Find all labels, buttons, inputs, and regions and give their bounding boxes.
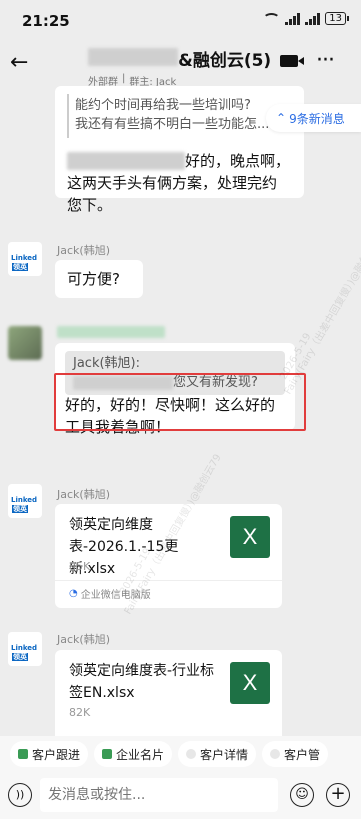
excel-file-icon: X [230, 662, 270, 704]
more-options-icon[interactable]: ··· [316, 48, 335, 73]
linkedin-logo: Linked领英 [11, 254, 38, 271]
sender-name: Jack(韩旭) [57, 244, 110, 257]
double-chevron-up-icon: ⌃ [276, 111, 287, 125]
redacted-title-part [88, 48, 178, 66]
emoji-icon[interactable]: ☺ [290, 783, 314, 807]
voice-input-icon[interactable]: )) [8, 783, 32, 807]
battery-icon: 13 [325, 12, 349, 25]
signal-icon [285, 12, 301, 25]
battery-level: 13 [325, 12, 346, 25]
avatar[interactable]: Linked领英 [8, 484, 42, 518]
message-bubble-2[interactable]: 可方便? [55, 260, 143, 298]
avatar[interactable]: Linked领英 [8, 242, 42, 276]
group-title-text: &融创云(5) [178, 51, 272, 71]
card-icon [102, 749, 113, 759]
chat-header: ← &融创云(5) 外部群 | 群主: Jack ··· [0, 42, 361, 88]
wecom-logo-icon: ◔ [69, 588, 78, 599]
new-messages-label: 9条新消息 [289, 111, 345, 126]
quick-action-customer-details[interactable]: 客户详情 [178, 741, 257, 767]
avatar-blurred[interactable] [8, 326, 42, 360]
quoted-message[interactable]: 能约个时间再给我一些培训吗? 我还有有些搞不明白一些功能怎... [67, 94, 292, 138]
avatar[interactable]: Linked领英 [8, 632, 42, 666]
group-title-area[interactable]: &融创云(5) 外部群 | 群主: Jack [88, 46, 278, 88]
back-arrow-icon[interactable]: ← [10, 52, 28, 74]
video-call-icon[interactable] [280, 55, 304, 67]
message-input[interactable] [40, 778, 278, 812]
status-bar: 21:25 13 [0, 0, 361, 42]
sender-name: Jack(韩旭) [57, 633, 110, 646]
message-text-2: 可方便? [67, 270, 120, 288]
status-time: 21:25 [22, 12, 70, 30]
linkedin-logo: Linked领英 [11, 496, 38, 513]
manage-icon [270, 749, 281, 759]
linkedin-logo: Linked领英 [11, 644, 38, 661]
quick-actions-bar: 客户跟进 企业名片 客户详情 客户管 [0, 736, 361, 772]
details-icon [186, 749, 197, 759]
file-size: 82K [69, 706, 91, 719]
follow-icon [18, 749, 28, 759]
message-text-1: 好的，晚点啊， 这两天手头有俩方案，处理完约 您下。 [67, 152, 291, 214]
highlight-box [54, 373, 306, 431]
signal-icon-2 [305, 12, 321, 25]
quote-line-2: 我还有有些搞不明白一些功能怎... [75, 117, 270, 132]
quick-action-customer-manage[interactable]: 客户管 [262, 741, 329, 767]
plus-icon[interactable]: + [326, 783, 350, 807]
file-card[interactable]: 领英定向维度表-2026.1.-15更新.xlsx 85K X ◔ 企业微信电脑… [55, 504, 282, 608]
chat-messages[interactable]: 能约个时间再给我一些培训吗? 我还有有些搞不明白一些功能怎... 好的，晚点啊，… [0, 86, 361, 736]
excel-file-icon: X [230, 516, 270, 558]
wifi-icon [263, 12, 281, 25]
group-title: &融创云(5) [88, 46, 278, 71]
quote-sender: Jack(韩旭): [73, 356, 140, 371]
quote-line-1: 能约个时间再给我一些培训吗? [75, 98, 251, 113]
status-icons: 13 [263, 12, 349, 25]
new-messages-button[interactable]: ⌃ 9条新消息 [266, 104, 361, 132]
quick-action-company-card[interactable]: 企业名片 [94, 741, 173, 767]
redacted-text [67, 152, 185, 170]
sender-name: Jack(韩旭) [57, 488, 110, 501]
quick-action-customer-follow[interactable]: 客户跟进 [10, 741, 89, 767]
file-name: 领英定向维度表-行业标签EN.xlsx [69, 663, 215, 701]
input-bar: )) ☺ + [0, 772, 361, 819]
file-size: 85K [69, 560, 91, 573]
message-bubble-1[interactable]: 能约个时间再给我一些培训吗? 我还有有些搞不明白一些功能怎... 好的，晚点啊，… [55, 86, 304, 214]
file-card[interactable]: 领英定向维度表-行业标签EN.xlsx 82K X [55, 650, 282, 736]
redacted-sender-name [57, 326, 165, 338]
